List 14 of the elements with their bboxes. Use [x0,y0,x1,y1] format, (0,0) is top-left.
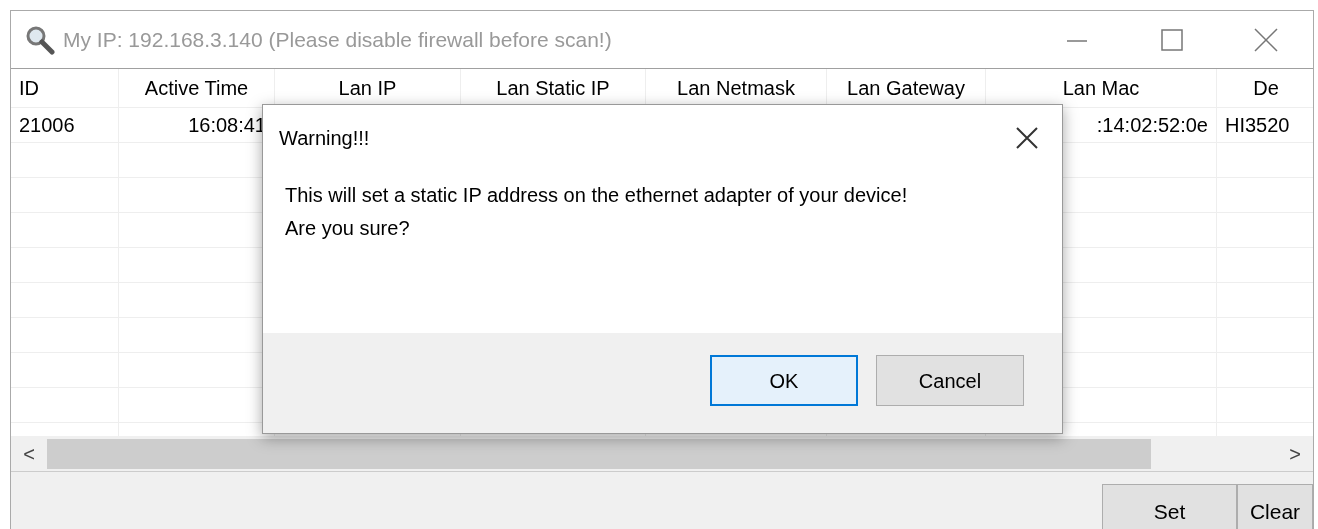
cancel-button[interactable]: Cancel [876,355,1024,406]
scroll-right-button[interactable]: > [1277,438,1313,469]
ok-button[interactable]: OK [710,355,858,406]
column-header[interactable]: De [1217,69,1313,108]
search-icon [25,24,55,55]
column-header[interactable]: ID [11,69,119,108]
window-title: My IP: 192.168.3.140 (Please disable firewall before scan!) [63,26,613,53]
dialog-title: Warning!!! [278,126,371,151]
scroll-left-button[interactable]: < [11,438,47,469]
set-button[interactable]: Set [1102,484,1237,529]
clear-button[interactable]: Clear [1237,484,1313,529]
dialog-message: This will set a static IP address on the ethernet adapter of your device! Are you sure? [284,183,909,241]
scrollbar-thumb[interactable] [47,438,1151,469]
close-icon[interactable] [1014,125,1040,151]
